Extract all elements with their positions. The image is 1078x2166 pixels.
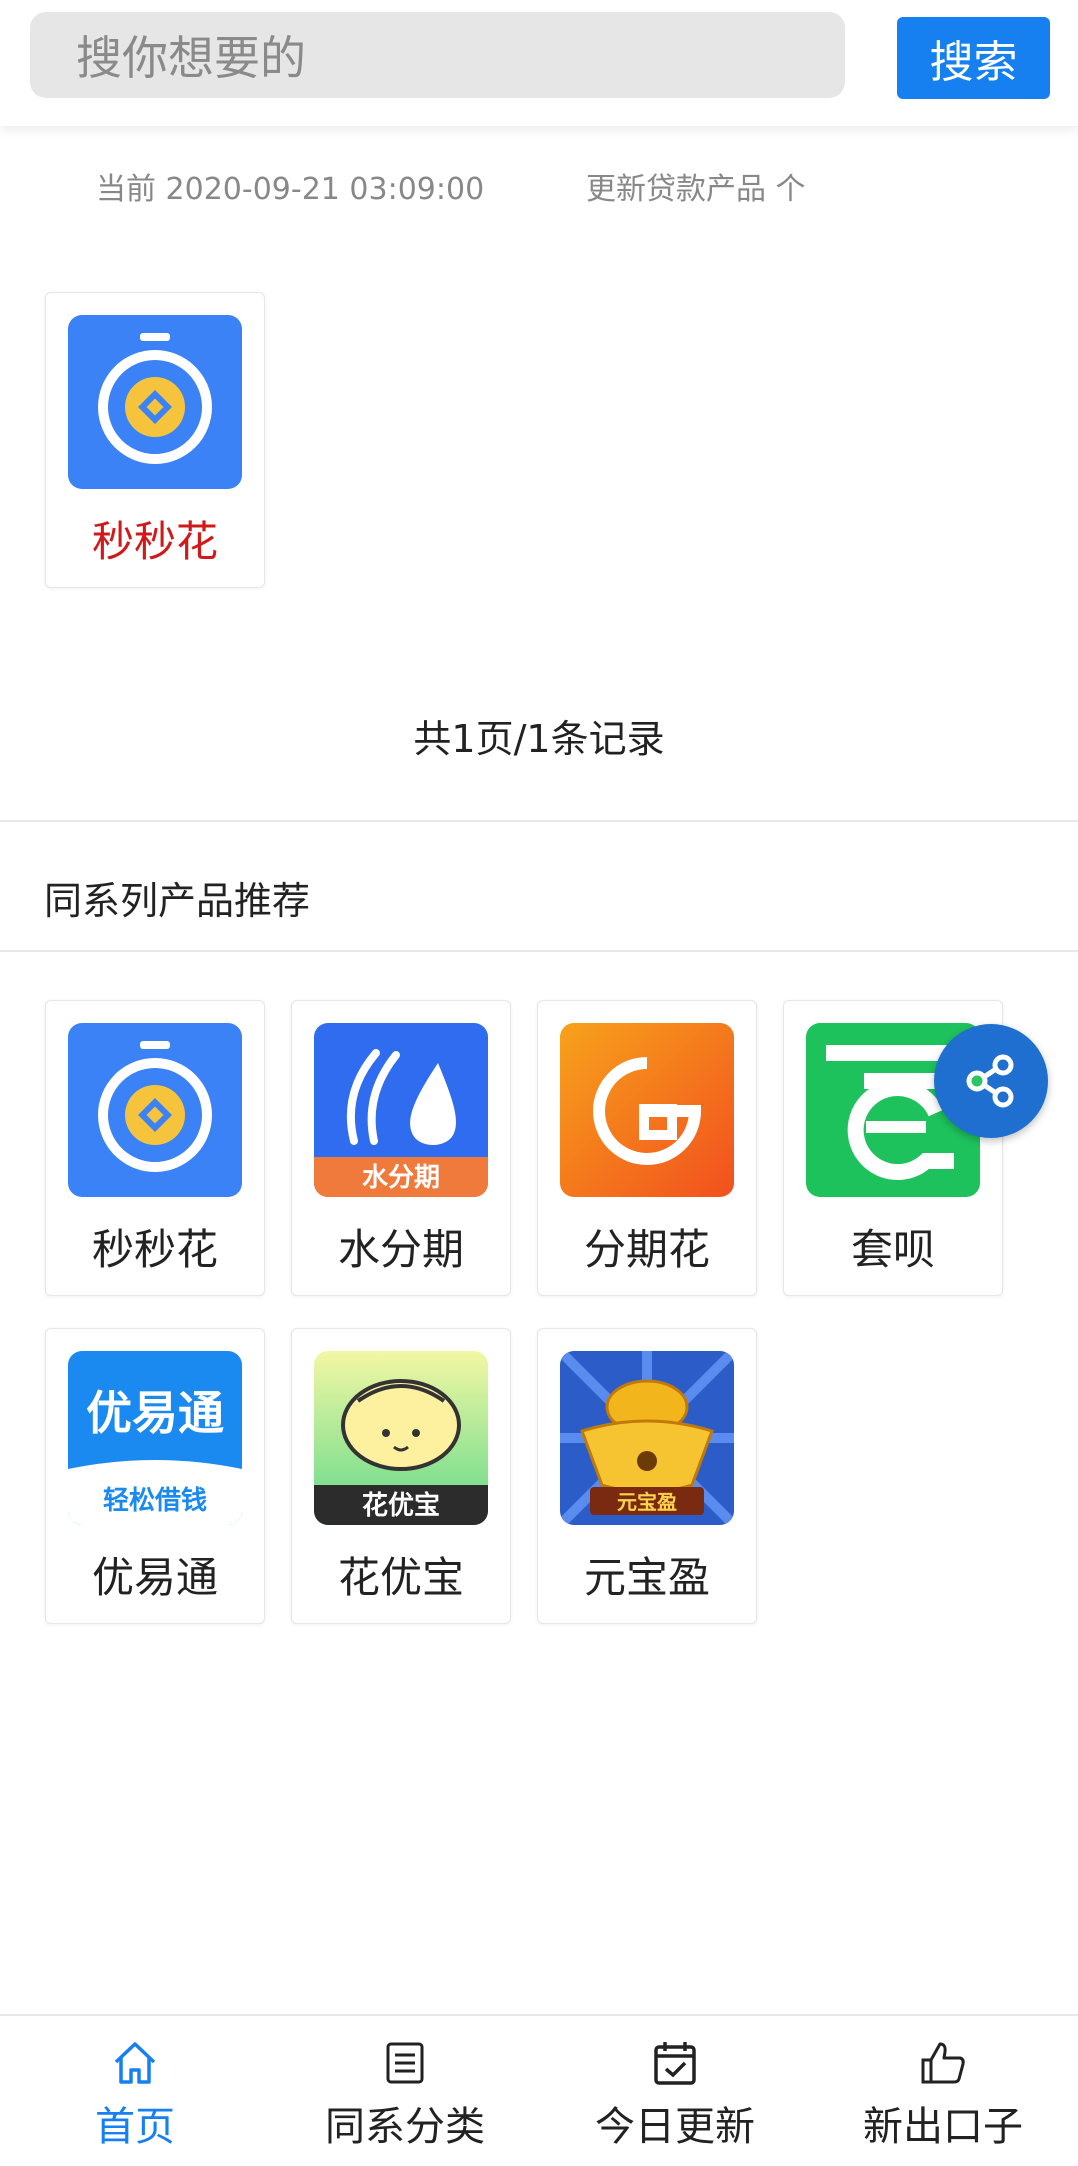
youyitong-logo-icon: 优易通 轻松借钱 [68, 1351, 242, 1525]
stopwatch-icon [68, 1023, 242, 1197]
product-card[interactable]: 优易通 轻松借钱 优易通 [45, 1328, 265, 1624]
section-divider [0, 950, 1078, 952]
nav-item-category[interactable]: 同系分类 [270, 2016, 540, 2166]
product-label: 水分期 [337, 1225, 464, 1274]
nav-item-home[interactable]: 首页 [0, 2016, 270, 2166]
icon-text: 水分期 [362, 1163, 440, 1193]
section-divider [0, 820, 1078, 822]
stopwatch-icon [68, 315, 242, 489]
search-input[interactable]: 搜你想要的 [30, 12, 845, 98]
product-card[interactable]: 分期花 [537, 1000, 757, 1296]
nav-item-today[interactable]: 今日更新 [540, 2016, 810, 2166]
nav-label: 同系分类 [325, 2104, 485, 2150]
update-count: 更新贷款产品 个 [586, 172, 806, 207]
calendar-check-icon [654, 2042, 696, 2085]
nav-label: 首页 [95, 2104, 175, 2150]
icon-text: 元宝盈 [617, 1490, 677, 1514]
search-placeholder: 搜你想要的 [76, 31, 306, 85]
g-logo-icon [560, 1023, 734, 1197]
search-header: 搜你想要的 搜索 [0, 0, 1078, 126]
search-button[interactable]: 搜索 [897, 17, 1050, 99]
gold-ingot-face-icon: 花优宝 [314, 1351, 488, 1525]
gold-ingot-icon: 元宝盈 [560, 1351, 734, 1525]
water-drop-icon: 水分期 [314, 1023, 488, 1197]
icon-text: 优易通 [86, 1386, 224, 1440]
current-time: 当前 2020-09-21 03:09:00 [96, 172, 485, 207]
bottom-nav: 首页 同系分类 今日更新 新出口子 [0, 2014, 1078, 2166]
product-card[interactable]: 水分期 水分期 [291, 1000, 511, 1296]
result-card[interactable]: 秒秒花 [45, 292, 265, 588]
result-label: 秒秒花 [91, 517, 218, 566]
product-label: 秒秒花 [91, 1225, 218, 1274]
product-card[interactable]: 秒秒花 [45, 1000, 265, 1296]
share-button[interactable] [934, 1024, 1048, 1138]
product-card[interactable]: 花优宝 花优宝 [291, 1328, 511, 1624]
nav-label: 今日更新 [595, 2104, 755, 2150]
product-card[interactable]: 元宝盈 元宝盈 [537, 1328, 757, 1624]
recommend-title: 同系列产品推荐 [44, 879, 311, 923]
thumbs-up-icon [921, 2042, 965, 2084]
product-label: 花优宝 [337, 1553, 464, 1602]
product-label: 元宝盈 [583, 1553, 710, 1602]
share-icon [966, 1054, 1014, 1108]
product-label: 分期花 [583, 1225, 710, 1274]
list-icon [386, 2042, 424, 2084]
icon-text: 花优宝 [362, 1490, 440, 1521]
pagination-info: 共1页/1条记录 [413, 717, 665, 761]
home-icon [114, 2042, 156, 2084]
nav-label: 新出口子 [863, 2104, 1023, 2150]
product-label: 套呗 [850, 1225, 935, 1274]
product-label: 优易通 [91, 1553, 218, 1602]
nav-item-new[interactable]: 新出口子 [808, 2016, 1078, 2166]
icon-subtext: 轻松借钱 [103, 1486, 207, 1516]
